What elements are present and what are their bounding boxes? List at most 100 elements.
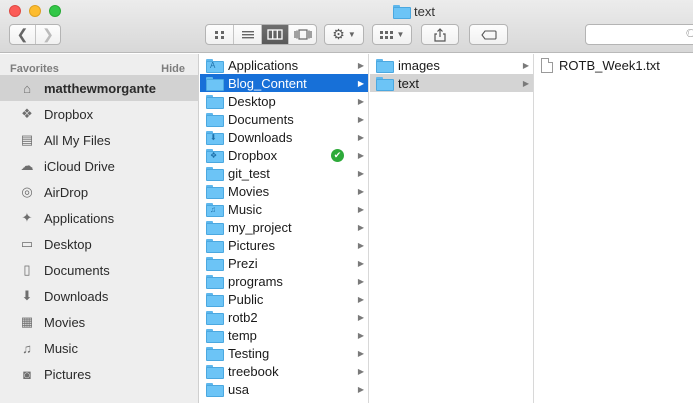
item-label: Desktop	[228, 93, 276, 109]
folder-row-programs[interactable]: programs ▶	[200, 272, 368, 290]
folder-icon	[206, 77, 224, 91]
folder-row-pictures[interactable]: Pictures ▶	[200, 236, 368, 254]
folder-row-desktop[interactable]: Desktop ▶	[200, 92, 368, 110]
sidebar-item-desktop[interactable]: ▭ Desktop	[0, 231, 199, 257]
sidebar-item-downloads[interactable]: ⬇ Downloads	[0, 283, 199, 309]
folder-row-rotb2[interactable]: rotb2 ▶	[200, 308, 368, 326]
cover-flow-icon	[294, 29, 312, 40]
folder-icon	[206, 365, 224, 379]
folder-row-testing[interactable]: Testing ▶	[200, 344, 368, 362]
folder-row-public[interactable]: Public ▶	[200, 290, 368, 308]
item-label: Testing	[228, 345, 270, 361]
sidebar-item-label: Downloads	[44, 288, 109, 304]
folder-icon	[206, 95, 224, 109]
disclosure-arrow-icon: ▶	[357, 132, 365, 142]
folder-row-dropbox[interactable]: ❖ Dropbox ✔ ▶	[200, 146, 368, 164]
item-label: usa	[228, 381, 249, 397]
folder-row-blog-content[interactable]: Blog_Content ▶	[200, 74, 368, 92]
dropbox-icon: ❖	[21, 106, 33, 121]
share-button[interactable]	[421, 24, 459, 45]
folder-row-images[interactable]: images ▶	[370, 56, 533, 74]
folder-icon: ♫	[206, 203, 224, 217]
folder-icon	[206, 167, 224, 181]
gear-icon: ⚙	[332, 26, 345, 42]
disclosure-arrow-icon: ▶	[357, 384, 365, 394]
pictures-icon: ◙	[23, 366, 31, 382]
folder-row-documents[interactable]: Documents ▶	[200, 110, 368, 128]
minimize-window-button[interactable]	[29, 5, 41, 17]
folder-badge-icon: ❖	[210, 151, 218, 160]
item-label: Public	[228, 291, 264, 307]
toolbar: text ❮ ❯ ⚙ ▼ ▼ 🔍︎	[0, 0, 693, 53]
item-label: temp	[228, 327, 257, 343]
sidebar-item-movies[interactable]: ▦ Movies	[0, 309, 199, 335]
folder-icon	[206, 239, 224, 253]
sidebar-item-airdrop[interactable]: ◎ AirDrop	[0, 179, 199, 205]
tag-button[interactable]	[469, 24, 508, 45]
close-window-button[interactable]	[9, 5, 21, 17]
column-home: A Applications ▶ Blog_Content ▶ Desktop ▶ Docum…	[200, 54, 369, 403]
zoom-window-button[interactable]	[49, 5, 61, 17]
folder-badge-icon: ⬇	[210, 133, 217, 142]
applications-icon: ✦	[21, 210, 33, 225]
sidebar-item-label: All My Files	[44, 132, 111, 148]
forward-button[interactable]: ❯	[34, 25, 60, 44]
item-label: Downloads	[228, 129, 293, 145]
sidebar-item-label: Music	[44, 340, 78, 356]
folder-row-git-test[interactable]: git_test ▶	[200, 164, 368, 182]
folder-icon	[393, 5, 411, 19]
list-view-button[interactable]	[233, 25, 261, 44]
icon-view-button[interactable]	[206, 25, 233, 44]
folder-row-usa[interactable]: usa ▶	[200, 380, 368, 398]
folder-row-my-project[interactable]: my_project ▶	[200, 218, 368, 236]
airdrop-icon: ◎	[21, 184, 33, 199]
folder-icon: ❖	[206, 149, 224, 163]
folder-row-prezi[interactable]: Prezi ▶	[200, 254, 368, 272]
sidebar-item-matthewmorgante[interactable]: ⌂ matthewmorgante	[0, 75, 199, 101]
arrange-menu-button[interactable]: ▼	[372, 24, 412, 45]
sidebar-item-applications[interactable]: ✦ Applications	[0, 205, 199, 231]
sidebar-item-documents[interactable]: ▯ Documents	[0, 257, 199, 283]
folder-icon	[206, 329, 224, 343]
tag-icon	[480, 29, 497, 40]
sidebar-item-label: matthewmorgante	[44, 80, 156, 96]
column-view-icon	[267, 29, 283, 40]
item-label: text	[398, 75, 419, 91]
column-blog-content: images ▶ text ▶	[370, 54, 534, 403]
folder-row-temp[interactable]: temp ▶	[200, 326, 368, 344]
folder-row-downloads[interactable]: ⬇ Downloads ▶	[200, 128, 368, 146]
folder-icon: ⬇	[206, 131, 224, 145]
text-file-icon	[541, 57, 553, 73]
item-label: Music	[228, 201, 262, 217]
folder-row-music[interactable]: ♫ Music ▶	[200, 200, 368, 218]
action-menu-button[interactable]: ⚙ ▼	[324, 24, 364, 45]
folder-row-movies[interactable]: Movies ▶	[200, 182, 368, 200]
folder-icon	[376, 59, 394, 73]
item-label: Dropbox	[228, 147, 278, 163]
item-label: my_project	[228, 219, 292, 235]
sidebar-section-header: Favorites Hide	[10, 63, 185, 75]
hide-favorites-button[interactable]: Hide	[161, 63, 185, 75]
search-field[interactable]: 🔍︎	[585, 24, 693, 45]
sidebar-item-all-my-files[interactable]: ▤ All My Files	[0, 127, 199, 153]
sidebar: Favorites Hide ⌂ matthewmorgante ❖ Dropbox ▤…	[0, 54, 199, 403]
favorites-heading: Favorites	[10, 63, 59, 75]
sidebar-item-dropbox[interactable]: ❖ Dropbox	[0, 101, 199, 127]
disclosure-arrow-icon: ▶	[357, 114, 365, 124]
disclosure-arrow-icon: ▶	[357, 78, 365, 88]
cover-flow-view-button[interactable]	[288, 25, 316, 44]
file-row-rotb-week1-txt[interactable]: ROTB_Week1.txt	[535, 56, 693, 74]
folder-icon	[206, 383, 224, 397]
disclosure-arrow-icon: ▶	[357, 330, 365, 340]
sidebar-item-icloud-drive[interactable]: ☁ iCloud Drive	[0, 153, 199, 179]
item-label: Applications	[228, 57, 299, 73]
disclosure-arrow-icon: ▶	[522, 60, 530, 70]
folder-row-treebook[interactable]: treebook ▶	[200, 362, 368, 380]
column-view-button[interactable]	[260, 25, 289, 44]
sidebar-item-music[interactable]: ♫ Music	[0, 335, 199, 361]
sidebar-item-pictures[interactable]: ◙ Pictures	[0, 361, 199, 387]
folder-row-applications[interactable]: A Applications ▶	[200, 56, 368, 74]
back-button[interactable]: ❮	[10, 25, 35, 44]
folder-row-text[interactable]: text ▶	[370, 74, 533, 92]
item-label: programs	[228, 273, 283, 289]
